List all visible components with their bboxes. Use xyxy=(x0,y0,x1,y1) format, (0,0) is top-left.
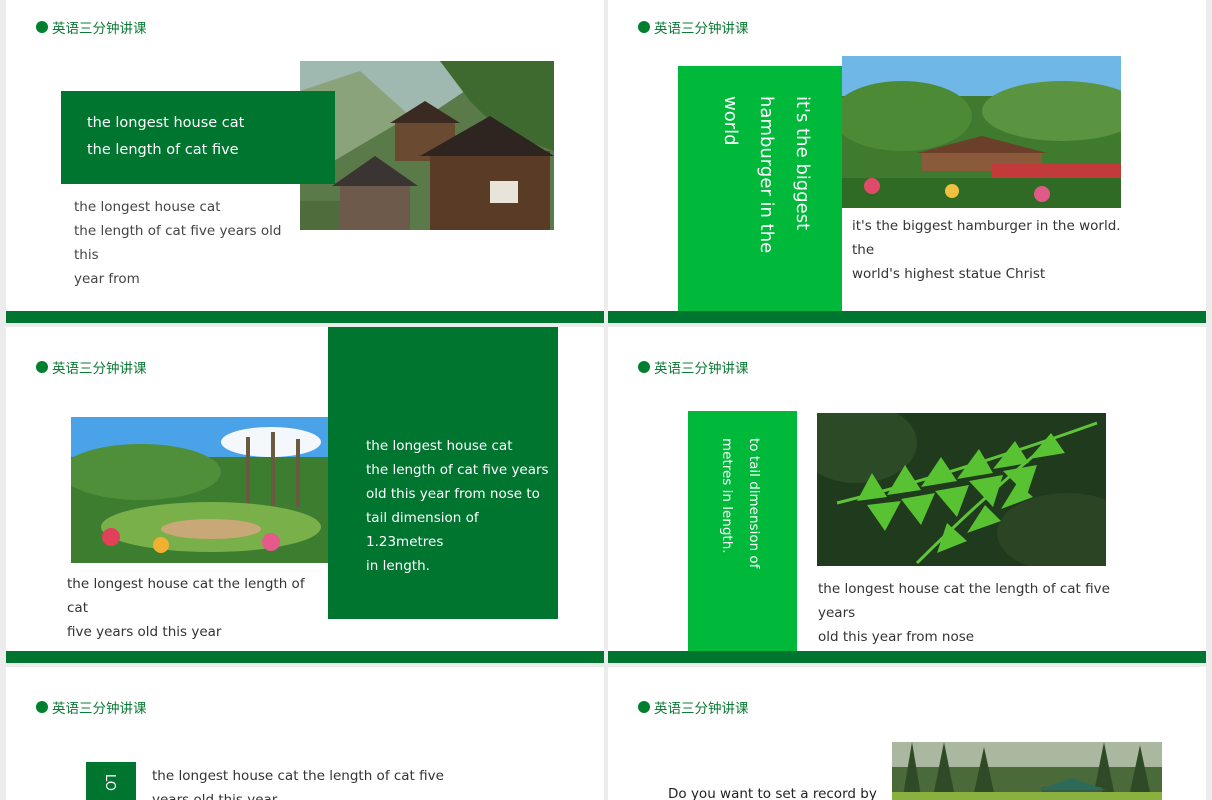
body-text: the longest house cat the length of cat … xyxy=(67,576,305,640)
title-line: the longest house cat xyxy=(87,115,245,131)
garden-photo xyxy=(842,56,1121,208)
slide-1[interactable]: 英语三分钟讲课 the longest house cat the length… xyxy=(6,0,604,323)
vertical-line: hamburger in the xyxy=(756,96,777,254)
slide-5[interactable]: 英语三分钟讲课 LO the longest house cat the len… xyxy=(6,667,604,800)
slide-tag: 英语三分钟讲课 xyxy=(638,17,749,37)
fern-photo xyxy=(817,413,1106,566)
vertical-line: metres in length. xyxy=(719,438,735,554)
slide-4[interactable]: 英语三分钟讲课 to tail dimension of metres in l… xyxy=(608,327,1206,663)
slide-tag: 英语三分钟讲课 xyxy=(36,697,147,717)
bullet-dot-icon xyxy=(638,701,650,713)
vertical-line: LO xyxy=(102,774,117,792)
bullet-dot-icon xyxy=(36,21,48,33)
footer-bar xyxy=(6,311,604,323)
bullet-dot-icon xyxy=(638,361,650,373)
village-photo xyxy=(300,61,554,230)
body-text: Do you want to set a record by xyxy=(668,786,877,800)
vertical-line: to tail dimension of xyxy=(746,438,762,569)
slide-6[interactable]: 英语三分钟讲课 Do you want to set a record by xyxy=(608,667,1206,800)
forest-cabin-photo xyxy=(892,742,1162,800)
slide-2[interactable]: 英语三分钟讲课 it's the biggest hamburger in th… xyxy=(608,0,1206,323)
body-text: it's the biggest hamburger in the world.… xyxy=(852,218,1121,282)
body-text: the longest house cat the length of cat … xyxy=(152,768,444,800)
bullet-dot-icon xyxy=(638,21,650,33)
title-line: the length of cat five xyxy=(87,142,239,158)
bullet-dot-icon xyxy=(36,701,48,713)
vertical-line: world xyxy=(720,96,741,146)
slide-tag: 英语三分钟讲课 xyxy=(638,357,749,377)
title-box: the longest house cat the length of cat … xyxy=(61,91,335,184)
text-box: the longest house cat the length of cat … xyxy=(328,327,558,619)
footer-bar xyxy=(608,311,1206,323)
vertical-line: it's the biggest xyxy=(792,96,813,231)
vertical-text-box: to tail dimension of metres in length. xyxy=(688,411,797,663)
body-text: the longest house cat the length of cat … xyxy=(74,199,282,287)
footer-bar xyxy=(608,651,1206,663)
bullet-dot-icon xyxy=(36,361,48,373)
vertical-title-box: it's the biggest hamburger in the world xyxy=(678,66,842,323)
flower-garden-photo xyxy=(71,417,329,563)
slide-tag: 英语三分钟讲课 xyxy=(638,697,749,717)
slide-3[interactable]: 英语三分钟讲课 the longest house cat the length… xyxy=(6,327,604,663)
footer-bar xyxy=(6,651,604,663)
slide-tag: 英语三分钟讲课 xyxy=(36,17,147,37)
vertical-text-box: LO xyxy=(86,762,136,800)
body-text: the longest house cat the length of cat … xyxy=(818,581,1110,645)
slide-tag: 英语三分钟讲课 xyxy=(36,357,147,377)
